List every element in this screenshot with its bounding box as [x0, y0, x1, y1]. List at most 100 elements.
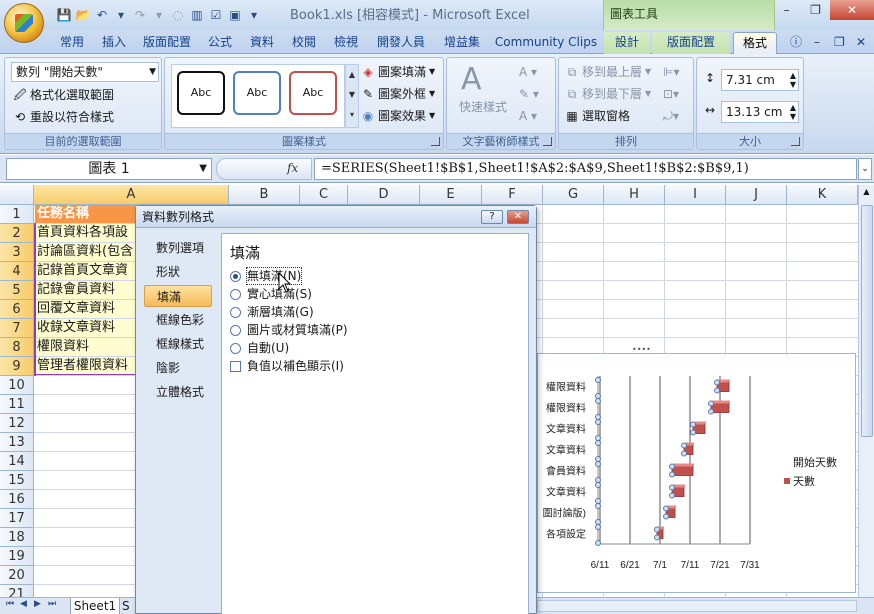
- col-header-c[interactable]: C: [300, 185, 348, 205]
- undo-icon[interactable]: ↶: [94, 7, 110, 23]
- scroll-up-icon[interactable]: ▲: [859, 185, 874, 199]
- row-header[interactable]: 11: [0, 395, 34, 414]
- chevron-down-icon[interactable]: ▼: [199, 159, 207, 179]
- spin-arrows-icon[interactable]: ▲ ▼: [790, 103, 796, 121]
- row-header[interactable]: 12: [0, 414, 34, 433]
- scroll-thumb[interactable]: [861, 205, 873, 437]
- col-header-e[interactable]: E: [420, 185, 482, 205]
- tab-layout[interactable]: 版面配置: [652, 32, 730, 54]
- first-sheet-icon[interactable]: ⏮: [6, 599, 14, 609]
- checkbox-icon[interactable]: [230, 360, 241, 372]
- horizontal-scrollbar[interactable]: [537, 600, 857, 612]
- text-effects-icon[interactable]: A ▾: [519, 107, 537, 125]
- row-header[interactable]: 17: [0, 509, 34, 528]
- col-header-b[interactable]: B: [229, 185, 300, 205]
- nav-shape[interactable]: 形狀: [144, 261, 212, 283]
- quick-styles-button[interactable]: 快速樣式: [459, 98, 507, 116]
- invert-negative-checkbox[interactable]: 負值以補色顯示(I): [230, 358, 344, 374]
- wordart-icon[interactable]: A: [461, 64, 482, 96]
- refresh-icon[interactable]: ◌: [170, 7, 186, 23]
- row-header[interactable]: 7: [0, 319, 34, 338]
- nav-shadow[interactable]: 陰影: [144, 357, 212, 379]
- tab-page-layout[interactable]: 版面配置: [136, 32, 198, 54]
- selection-pane-button[interactable]: ▦ 選取窗格: [565, 107, 630, 125]
- chart-element-combo[interactable]: 數列 "開始天數" ▼: [11, 62, 159, 82]
- row-header[interactable]: 14: [0, 452, 34, 471]
- next-sheet-icon[interactable]: ▶: [34, 599, 41, 609]
- nav-series-options[interactable]: 數列選項: [144, 237, 212, 259]
- send-to-back-button[interactable]: ⧉ 移到最下層 ▼: [565, 85, 651, 103]
- customize-qat-icon[interactable]: ▾: [246, 7, 262, 23]
- save-icon[interactable]: 💾: [56, 7, 72, 23]
- text-fill-icon[interactable]: A ▾: [519, 63, 537, 81]
- tab-add-ins[interactable]: 增益集: [436, 32, 488, 54]
- row-header[interactable]: 5: [0, 281, 34, 300]
- close-workbook-icon[interactable]: ✕: [856, 34, 866, 50]
- sheet-tab-sheet1[interactable]: Sheet1: [70, 598, 120, 614]
- row-header[interactable]: 13: [0, 433, 34, 452]
- tab-data[interactable]: 資料: [242, 32, 282, 54]
- shape-style-1[interactable]: Abc: [177, 71, 225, 115]
- radio-icon[interactable]: [230, 324, 241, 336]
- redo-icon[interactable]: ↷: [132, 7, 148, 23]
- row-header[interactable]: 9: [0, 357, 34, 376]
- shape-effects-button[interactable]: ◉ 圖案效果 ▼: [361, 107, 435, 125]
- gradient-fill-option[interactable]: 漸層填滿(G): [230, 304, 314, 320]
- help-button[interactable]: ?: [481, 210, 503, 224]
- row-header[interactable]: 16: [0, 490, 34, 509]
- row-header[interactable]: 4: [0, 262, 34, 281]
- chart-icon[interactable]: ▥: [189, 7, 205, 23]
- close-button[interactable]: ✕: [830, 0, 874, 20]
- name-box[interactable]: 圖表 1 ▼: [6, 158, 212, 180]
- tab-developer[interactable]: 開發人員: [368, 32, 434, 54]
- tab-community-clips[interactable]: Community Clips: [490, 32, 602, 54]
- open-icon[interactable]: 📂: [75, 7, 91, 23]
- row-header[interactable]: 15: [0, 471, 34, 490]
- row-header[interactable]: 6: [0, 300, 34, 319]
- col-header-i[interactable]: I: [665, 185, 726, 205]
- dialog-launcher-icon[interactable]: [431, 137, 440, 146]
- spin-arrows-icon[interactable]: ▲ ▼: [790, 71, 796, 89]
- row-header[interactable]: 8: [0, 338, 34, 357]
- tab-format[interactable]: 格式: [733, 32, 777, 54]
- row-header[interactable]: 18: [0, 528, 34, 547]
- redo-dropdown-icon[interactable]: ▾: [151, 7, 167, 23]
- gantt-chart[interactable]: 6/11 6/21 7/1 7/11 7/21 7/31 各項設定 圍討論版) 文章資料 會員資料…: [537, 353, 856, 593]
- width-input[interactable]: 13.13 cm ▲ ▼: [721, 101, 799, 123]
- undo-dropdown-icon[interactable]: ▾: [113, 7, 129, 23]
- solid-fill-option[interactable]: 實心填滿(S): [230, 286, 312, 302]
- nav-border-style[interactable]: 框線樣式: [144, 333, 212, 355]
- nav-border-color[interactable]: 框線色彩: [144, 309, 212, 331]
- shape-style-3[interactable]: Abc: [289, 71, 337, 115]
- dialog-close-button[interactable]: ✕: [507, 210, 529, 224]
- radio-icon[interactable]: [230, 342, 241, 354]
- fx-icon[interactable]: fx: [287, 161, 298, 175]
- reset-style-button[interactable]: ⟲ 重設以符合樣式: [13, 108, 114, 126]
- tab-formulas[interactable]: 公式: [200, 32, 240, 54]
- minimize-workbook-icon[interactable]: –: [814, 34, 820, 50]
- row-header[interactable]: 2: [0, 224, 34, 243]
- expand-formula-icon[interactable]: ⌄: [858, 158, 872, 180]
- rotate-icon[interactable]: ⤾▾: [663, 107, 679, 125]
- automatic-fill-option[interactable]: 自動(U): [230, 340, 289, 356]
- bring-to-front-button[interactable]: ⧉ 移到最上層 ▼: [565, 63, 651, 81]
- vertical-scrollbar[interactable]: ▲: [858, 185, 874, 597]
- dialog-launcher-icon[interactable]: [791, 137, 800, 146]
- col-header-d[interactable]: D: [348, 185, 420, 205]
- shape-style-2[interactable]: Abc: [233, 71, 281, 115]
- restore-workbook-icon[interactable]: ❐: [834, 34, 845, 50]
- height-input[interactable]: 7.31 cm ▲ ▼: [721, 69, 799, 91]
- tab-view[interactable]: 檢視: [326, 32, 366, 54]
- radio-icon[interactable]: [230, 288, 241, 300]
- col-header-j[interactable]: J: [726, 185, 787, 205]
- minimize-button[interactable]: –: [772, 0, 801, 20]
- col-header-g[interactable]: G: [543, 185, 604, 205]
- row-header[interactable]: 1: [0, 205, 34, 224]
- col-header-f[interactable]: F: [482, 185, 543, 205]
- prev-sheet-icon[interactable]: ◀: [20, 599, 27, 609]
- row-header[interactable]: 20: [0, 566, 34, 585]
- help-icon[interactable]: ⓘ: [790, 34, 802, 50]
- radio-icon[interactable]: [230, 306, 241, 318]
- format-selection-button[interactable]: 🖉 格式化選取範圍: [13, 86, 114, 104]
- shape-outline-button[interactable]: ✎ 圖案外框 ▼: [361, 85, 435, 103]
